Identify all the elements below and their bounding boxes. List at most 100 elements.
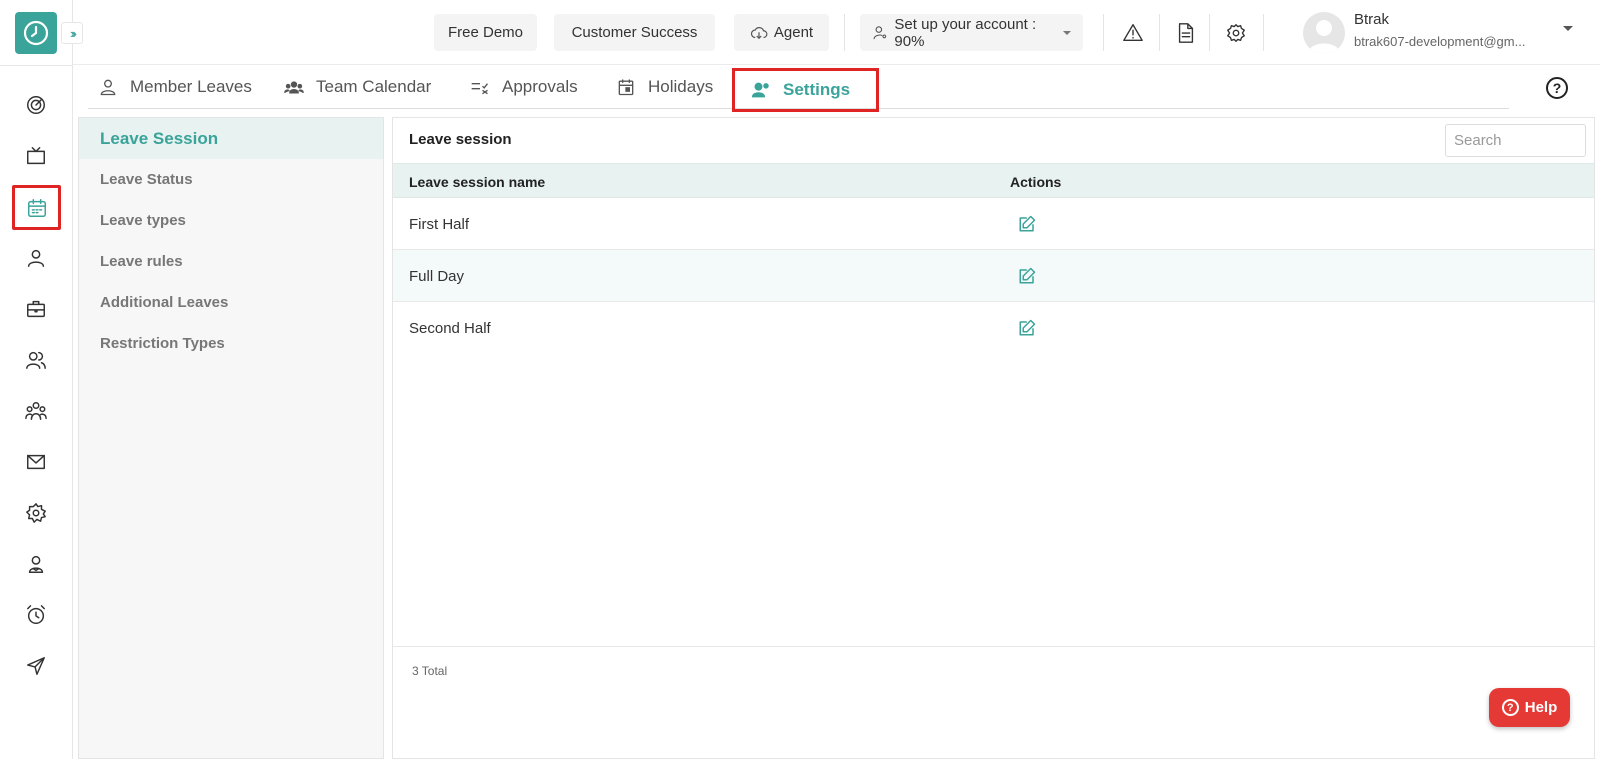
rail-assets[interactable]: [16, 289, 56, 329]
alert-button[interactable]: [1120, 20, 1146, 46]
free-demo-label: Free Demo: [447, 24, 524, 41]
edit-button[interactable]: [1018, 267, 1036, 285]
left-rail: ›››: [0, 0, 83, 759]
tab-member-leaves[interactable]: Member Leaves: [98, 66, 252, 108]
header-divider: [1103, 14, 1104, 51]
send-icon: [27, 657, 45, 675]
rail-tv[interactable]: [16, 136, 56, 176]
help-question-icon[interactable]: ?: [1546, 77, 1568, 99]
panel-title: Leave session: [409, 131, 512, 148]
header-divider: [1263, 14, 1264, 51]
row-name: Second Half: [409, 320, 491, 337]
user-icon: [100, 79, 116, 96]
tab-label: Member Leaves: [130, 77, 252, 96]
tab-holidays[interactable]: Holidays: [616, 66, 713, 108]
rail-dashboard[interactable]: [16, 85, 56, 125]
tab-label: Team Calendar: [316, 77, 432, 96]
tv-icon: [27, 147, 45, 165]
app-logo[interactable]: [15, 12, 57, 54]
setup-account-label: Set up your account : 90%: [894, 15, 1037, 50]
user-gear-icon: [873, 25, 887, 39]
briefcase-icon: [27, 300, 45, 318]
row-name: Full Day: [409, 268, 465, 285]
edit-icon: [1019, 215, 1036, 232]
side-item-leave-session[interactable]: Leave Session: [79, 118, 383, 159]
rail-employees[interactable]: [16, 340, 56, 380]
user-settings-icon: [751, 82, 769, 98]
side-item-additional-leaves[interactable]: Additional Leaves: [79, 282, 383, 323]
edit-button[interactable]: [1018, 215, 1036, 233]
mail-icon: [27, 454, 45, 470]
target-icon: [27, 96, 45, 114]
question-circle-icon: ?: [1501, 699, 1519, 716]
user-name[interactable]: Btrak: [1354, 11, 1389, 28]
document-icon: [1178, 23, 1194, 43]
top-header: Free Demo Customer Success Agent Set up …: [73, 0, 1600, 65]
side-item-leave-rules[interactable]: Leave rules: [79, 241, 383, 282]
table-footer-divider: [393, 646, 1594, 647]
rail-profile[interactable]: [16, 238, 56, 278]
agent-button[interactable]: Agent: [734, 14, 829, 51]
header-divider: [1159, 14, 1160, 51]
tab-settings[interactable]: Settings: [732, 68, 880, 112]
free-demo-button[interactable]: Free Demo: [434, 14, 537, 51]
column-header-name[interactable]: Leave session name: [409, 174, 545, 190]
leave-tabs: Member Leaves Team Calendar Approvals Ho…: [88, 66, 1509, 112]
table-row: Full Day: [393, 250, 1594, 302]
settings-button[interactable]: [1223, 20, 1249, 46]
header-divider: [844, 14, 845, 51]
settings-side-menu: Leave Session Leave Status Leave types L…: [78, 117, 384, 759]
leave-session-panel: Leave session Leave session name Actions…: [392, 117, 1595, 759]
rail-user-badge[interactable]: [16, 544, 56, 584]
calendar-icon: [27, 198, 46, 217]
search-input[interactable]: [1445, 124, 1586, 157]
tab-label: Holidays: [648, 77, 714, 96]
tab-label: Approvals: [502, 77, 578, 96]
tab-label: Settings: [783, 80, 851, 99]
document-button[interactable]: [1173, 20, 1199, 46]
rail-messages[interactable]: [16, 442, 56, 482]
user-icon: [27, 249, 45, 267]
gear-icon: [1227, 24, 1245, 42]
user-menu-chevron-icon[interactable]: [1563, 26, 1573, 31]
users-icon: [26, 351, 46, 369]
help-button[interactable]: ? Help: [1489, 688, 1570, 727]
tab-team-calendar[interactable]: Team Calendar: [284, 66, 431, 108]
customer-success-button[interactable]: Customer Success: [554, 14, 715, 51]
user-email[interactable]: btrak607-development@gm...: [1354, 34, 1554, 49]
table-row: Second Half: [393, 302, 1594, 354]
team-icon: [25, 402, 47, 420]
rail-timesheet[interactable]: [16, 595, 56, 635]
avatar[interactable]: [1303, 12, 1345, 54]
side-item-restriction-types[interactable]: Restriction Types: [79, 323, 383, 364]
alarm-clock-icon: [27, 605, 45, 624]
rail-teams[interactable]: [16, 391, 56, 431]
chevron-down-icon: [1063, 30, 1071, 35]
help-button-label: Help: [1524, 699, 1558, 716]
customer-success-label: Customer Success: [571, 24, 698, 41]
total-count: 3 Total: [412, 664, 448, 678]
avatar-placeholder-icon: [1308, 20, 1340, 54]
agent-label: Agent: [773, 24, 814, 41]
side-item-leave-status[interactable]: Leave Status: [79, 159, 383, 200]
checklist-icon: [471, 83, 489, 95]
calendar-icon: [618, 79, 634, 96]
clock-logo-icon: [23, 20, 49, 46]
table-row: First Half: [393, 198, 1594, 250]
table-header: Leave session name Actions: [393, 163, 1594, 198]
column-header-actions: Actions: [1010, 174, 1062, 190]
row-name: First Half: [409, 216, 469, 233]
edit-icon: [1019, 267, 1036, 284]
group-icon: [284, 81, 304, 94]
warning-icon: [1123, 24, 1143, 42]
rail-send[interactable]: [16, 646, 56, 686]
edit-button[interactable]: [1018, 319, 1036, 337]
setup-account-dropdown[interactable]: Set up your account : 90%: [860, 14, 1083, 51]
side-item-leave-types[interactable]: Leave types: [79, 200, 383, 241]
user-badge-icon: [28, 555, 44, 573]
rail-settings[interactable]: [16, 493, 56, 533]
gear-icon: [26, 503, 46, 523]
rail-leaves[interactable]: [12, 185, 61, 230]
tab-approvals[interactable]: Approvals: [470, 66, 578, 108]
edit-icon: [1019, 319, 1036, 336]
